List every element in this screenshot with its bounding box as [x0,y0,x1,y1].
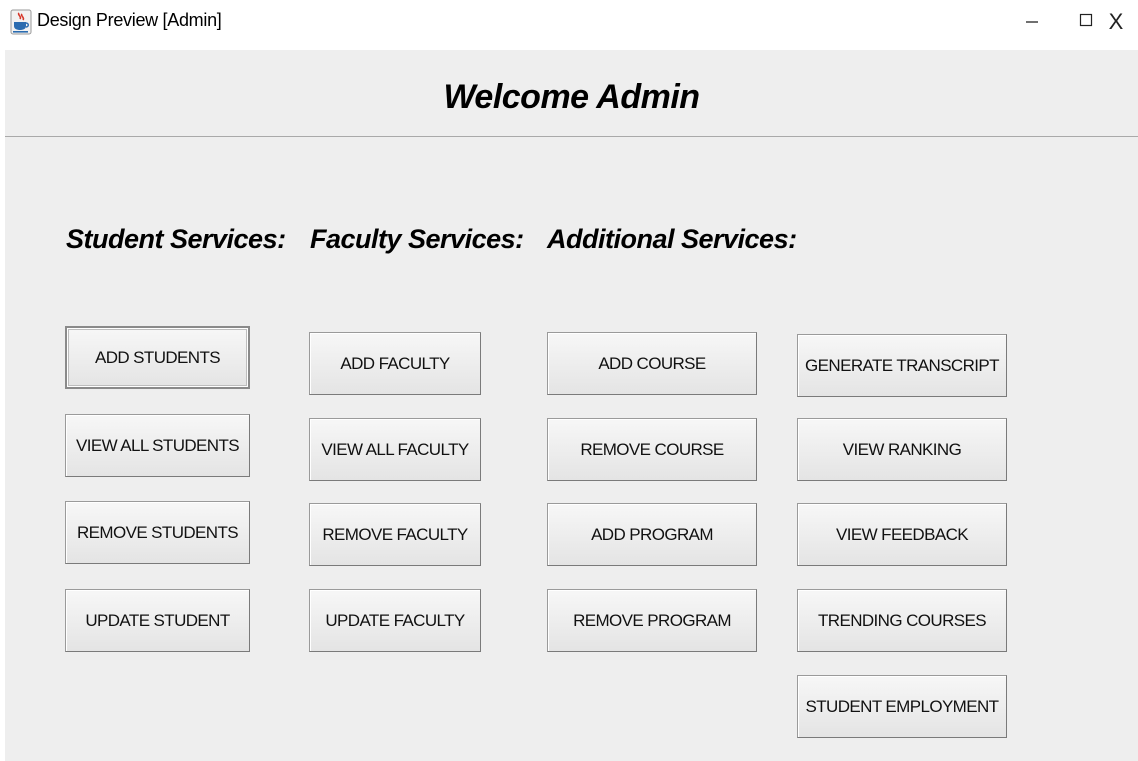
close-button[interactable]: X [1096,6,1136,38]
window-title: Design Preview [Admin] [37,10,222,30]
student-employment-button[interactable]: STUDENT EMPLOYMENT [797,675,1007,738]
main-panel: Welcome Admin Student Services: Faculty … [5,50,1138,761]
welcome-heading: Welcome Admin [443,78,700,116]
additional-services-label: Additional Services: [547,224,797,254]
minimize-icon [1025,13,1039,32]
remove-faculty-button[interactable]: REMOVE FACULTY [309,503,481,566]
remove-course-button[interactable]: REMOVE COURSE [547,418,757,481]
add-program-button[interactable]: ADD PROGRAM [547,503,757,566]
update-student-button[interactable]: UPDATE STUDENT [65,589,250,652]
add-students-button[interactable]: ADD STUDENTS [65,326,250,389]
view-ranking-button[interactable]: VIEW RANKING [797,418,1007,481]
view-feedback-button[interactable]: VIEW FEEDBACK [797,503,1007,566]
add-course-button[interactable]: ADD COURSE [547,332,757,395]
maximize-icon [1079,13,1093,32]
add-faculty-button[interactable]: ADD FACULTY [309,332,481,395]
trending-courses-button[interactable]: TRENDING COURSES [797,589,1007,652]
view-all-students-button[interactable]: VIEW ALL STUDENTS [65,414,250,477]
minimize-button[interactable] [1012,6,1052,38]
student-services-label: Student Services: [66,224,286,254]
admin-window: Design Preview [Admin] X Welcome Admin S… [0,0,1138,761]
faculty-services-label: Faculty Services: [310,224,524,254]
remove-program-button[interactable]: REMOVE PROGRAM [547,589,757,652]
java-coffee-cup-icon [10,9,32,35]
generate-transcript-button[interactable]: GENERATE TRANSCRIPT [797,334,1007,397]
close-icon: X [1108,9,1124,34]
view-all-faculty-button[interactable]: VIEW ALL FACULTY [309,418,481,481]
remove-students-button[interactable]: REMOVE STUDENTS [65,501,250,564]
update-faculty-button[interactable]: UPDATE FACULTY [309,589,481,652]
header-panel: Welcome Admin [5,50,1138,137]
title-bar[interactable]: Design Preview [Admin] X [0,0,1138,50]
